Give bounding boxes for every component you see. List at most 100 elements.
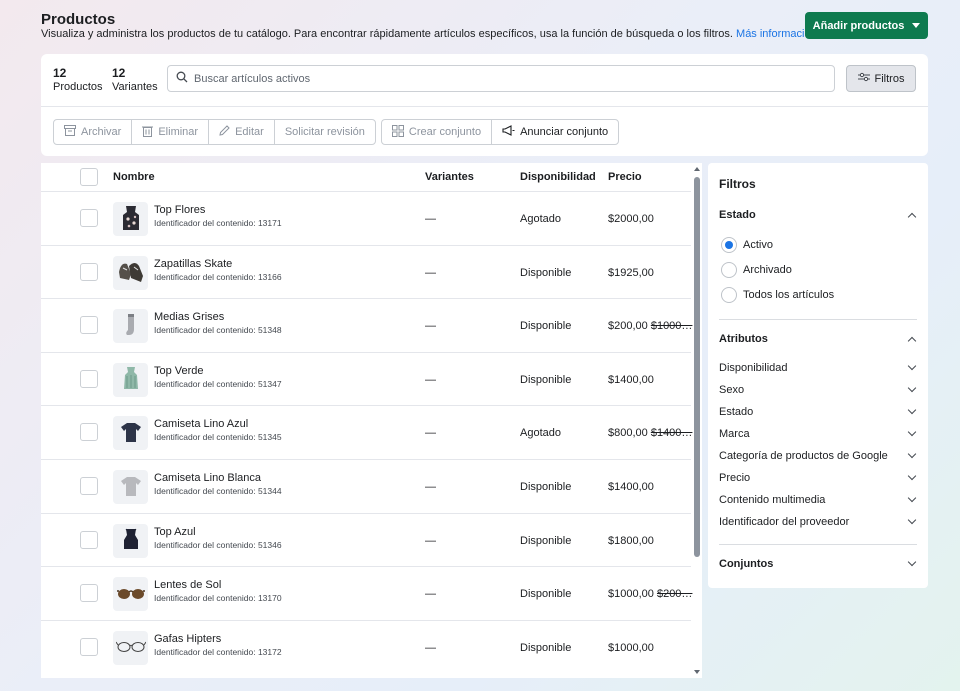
product-content-id: Identificador del contenido: 51346 xyxy=(154,539,282,550)
original-price: $1400… xyxy=(650,427,693,440)
product-price: $1000,00 $200… xyxy=(608,588,692,600)
search-input[interactable] xyxy=(194,72,794,85)
current-price: $1800,00 xyxy=(608,534,654,547)
product-variants: — xyxy=(425,427,436,440)
column-header-name: Nombre xyxy=(113,171,155,183)
radio-todos[interactable] xyxy=(721,287,737,303)
current-price: $1400,00 xyxy=(608,373,654,386)
product-name[interactable]: Top Azul xyxy=(154,526,196,538)
chevron-up-icon[interactable] xyxy=(907,212,917,222)
attribute-filter-item[interactable]: Sexo xyxy=(719,384,744,396)
chevron-down-icon[interactable] xyxy=(907,449,917,459)
filter-section-atributos[interactable]: Atributos xyxy=(719,333,768,345)
chevron-down-icon[interactable] xyxy=(907,493,917,503)
chevron-down-icon[interactable] xyxy=(907,471,917,481)
table-row[interactable]: Top Flores Identificador del contenido: 1… xyxy=(41,191,691,244)
white-shirt-icon xyxy=(120,475,142,500)
filter-section-estado[interactable]: Estado xyxy=(719,209,756,221)
product-name[interactable]: Camiseta Lino Azul xyxy=(154,418,248,430)
product-availability: Disponible xyxy=(520,534,572,547)
product-name[interactable]: Top Flores xyxy=(154,204,205,216)
column-header-variants: Variantes xyxy=(425,171,474,183)
product-thumbnail xyxy=(113,470,148,504)
chevron-down-icon[interactable] xyxy=(907,557,917,567)
row-checkbox[interactable] xyxy=(80,369,98,388)
chevron-down-icon[interactable] xyxy=(907,515,917,525)
products-count: 12 Productos xyxy=(53,66,103,94)
table-scrollbar[interactable] xyxy=(693,165,700,675)
scroll-down-icon[interactable] xyxy=(694,670,700,674)
search-box[interactable] xyxy=(167,65,835,92)
radio-activo[interactable] xyxy=(721,237,737,253)
filter-divider xyxy=(719,319,917,320)
product-price: $1000,00 xyxy=(608,642,654,654)
product-name[interactable]: Gafas Hipters xyxy=(154,633,221,645)
row-checkbox[interactable] xyxy=(80,584,98,603)
table-row[interactable]: Camiseta Lino Azul Identificador del cont… xyxy=(41,405,693,458)
attribute-filter-item[interactable]: Precio xyxy=(719,472,750,484)
table-row[interactable]: Top Verde Identificador del contenido: 51… xyxy=(41,351,691,405)
current-price: $1000,00 xyxy=(608,588,654,601)
chevron-down-icon[interactable] xyxy=(907,405,917,415)
add-products-button[interactable]: Añadir productos xyxy=(805,12,928,39)
create-set-button[interactable]: Crear conjunto xyxy=(382,120,493,144)
delete-label: Eliminar xyxy=(158,126,199,138)
row-checkbox[interactable] xyxy=(80,530,98,549)
attribute-filter-item[interactable]: Estado xyxy=(719,406,753,418)
table-row[interactable]: Camiseta Lino Blanca Identificador del co… xyxy=(41,459,691,512)
radio-label-activo: Activo xyxy=(743,239,773,251)
filters-button[interactable]: Filtros xyxy=(846,65,916,92)
product-variants: — xyxy=(425,534,436,547)
table-header: Nombre Variantes Disponibilidad Precio xyxy=(41,163,691,191)
current-price: $1925,00 xyxy=(608,266,654,279)
scroll-up-icon[interactable] xyxy=(694,167,700,171)
product-price: $1400,00 xyxy=(608,374,654,386)
row-checkbox[interactable] xyxy=(80,209,98,227)
product-availability: Disponible xyxy=(520,588,572,601)
table-row[interactable]: Medias Grises Identificador del contenido… xyxy=(41,298,692,351)
archive-button[interactable]: Archivar xyxy=(54,120,133,144)
row-checkbox[interactable] xyxy=(80,637,98,656)
create-set-label: Crear conjunto xyxy=(408,126,482,138)
row-checkbox[interactable] xyxy=(80,316,98,335)
product-name[interactable]: Top Verde xyxy=(154,365,204,377)
chevron-down-icon[interactable] xyxy=(907,427,917,437)
product-name[interactable]: Lentes de Sol xyxy=(154,579,221,591)
attribute-filter-item[interactable]: Contenido multimedia xyxy=(719,494,825,506)
variants-count: 12 Variantes xyxy=(112,66,158,94)
product-thumbnail xyxy=(113,309,148,344)
select-all-checkbox[interactable] xyxy=(80,168,98,186)
product-thumbnail xyxy=(113,577,148,612)
product-name[interactable]: Medias Grises xyxy=(154,311,224,323)
product-name[interactable]: Zapatillas Skate xyxy=(154,258,232,270)
table-row[interactable]: Gafas Hipters Identificador del contenido… xyxy=(41,619,691,673)
chevron-down-icon[interactable] xyxy=(907,361,917,371)
product-name[interactable]: Camiseta Lino Blanca xyxy=(154,472,261,484)
product-availability: Agotado xyxy=(520,213,561,225)
table-row[interactable]: Zapatillas Skate Identificador del conten… xyxy=(41,244,691,298)
table-row[interactable]: Top Azul Identificador del contenido: 513… xyxy=(41,512,691,566)
row-checkbox[interactable] xyxy=(80,477,98,495)
row-checkbox[interactable] xyxy=(80,262,98,281)
attribute-filter-item[interactable]: Disponibilidad xyxy=(719,362,788,374)
product-variants: — xyxy=(425,481,436,493)
request-review-button[interactable]: Solicitar revisión xyxy=(275,120,375,144)
attribute-filter-item[interactable]: Categoría de productos de Google xyxy=(719,450,888,462)
radio-archivado[interactable] xyxy=(721,262,737,278)
pencil-icon xyxy=(219,125,230,139)
attribute-filter-item[interactable]: Marca xyxy=(719,428,750,440)
table-row[interactable]: Lentes de Sol Identificador del contenido… xyxy=(41,566,692,619)
chevron-up-icon[interactable] xyxy=(907,336,917,346)
attribute-filter-item[interactable]: Identificador del proveedor xyxy=(719,516,849,528)
edit-button[interactable]: Editar xyxy=(209,120,275,144)
chevron-down-icon[interactable] xyxy=(907,383,917,393)
row-checkbox[interactable] xyxy=(80,423,98,442)
filter-divider xyxy=(719,544,917,545)
advertise-set-button[interactable]: Anunciar conjunto xyxy=(492,120,618,144)
filter-section-conjuntos[interactable]: Conjuntos xyxy=(719,558,773,570)
product-price: $1925,00 xyxy=(608,267,654,279)
product-thumbnail xyxy=(113,416,148,451)
scrollbar-thumb[interactable] xyxy=(694,177,700,557)
product-content-id: Identificador del contenido: 13171 xyxy=(154,218,282,228)
delete-button[interactable]: Eliminar xyxy=(132,120,210,144)
